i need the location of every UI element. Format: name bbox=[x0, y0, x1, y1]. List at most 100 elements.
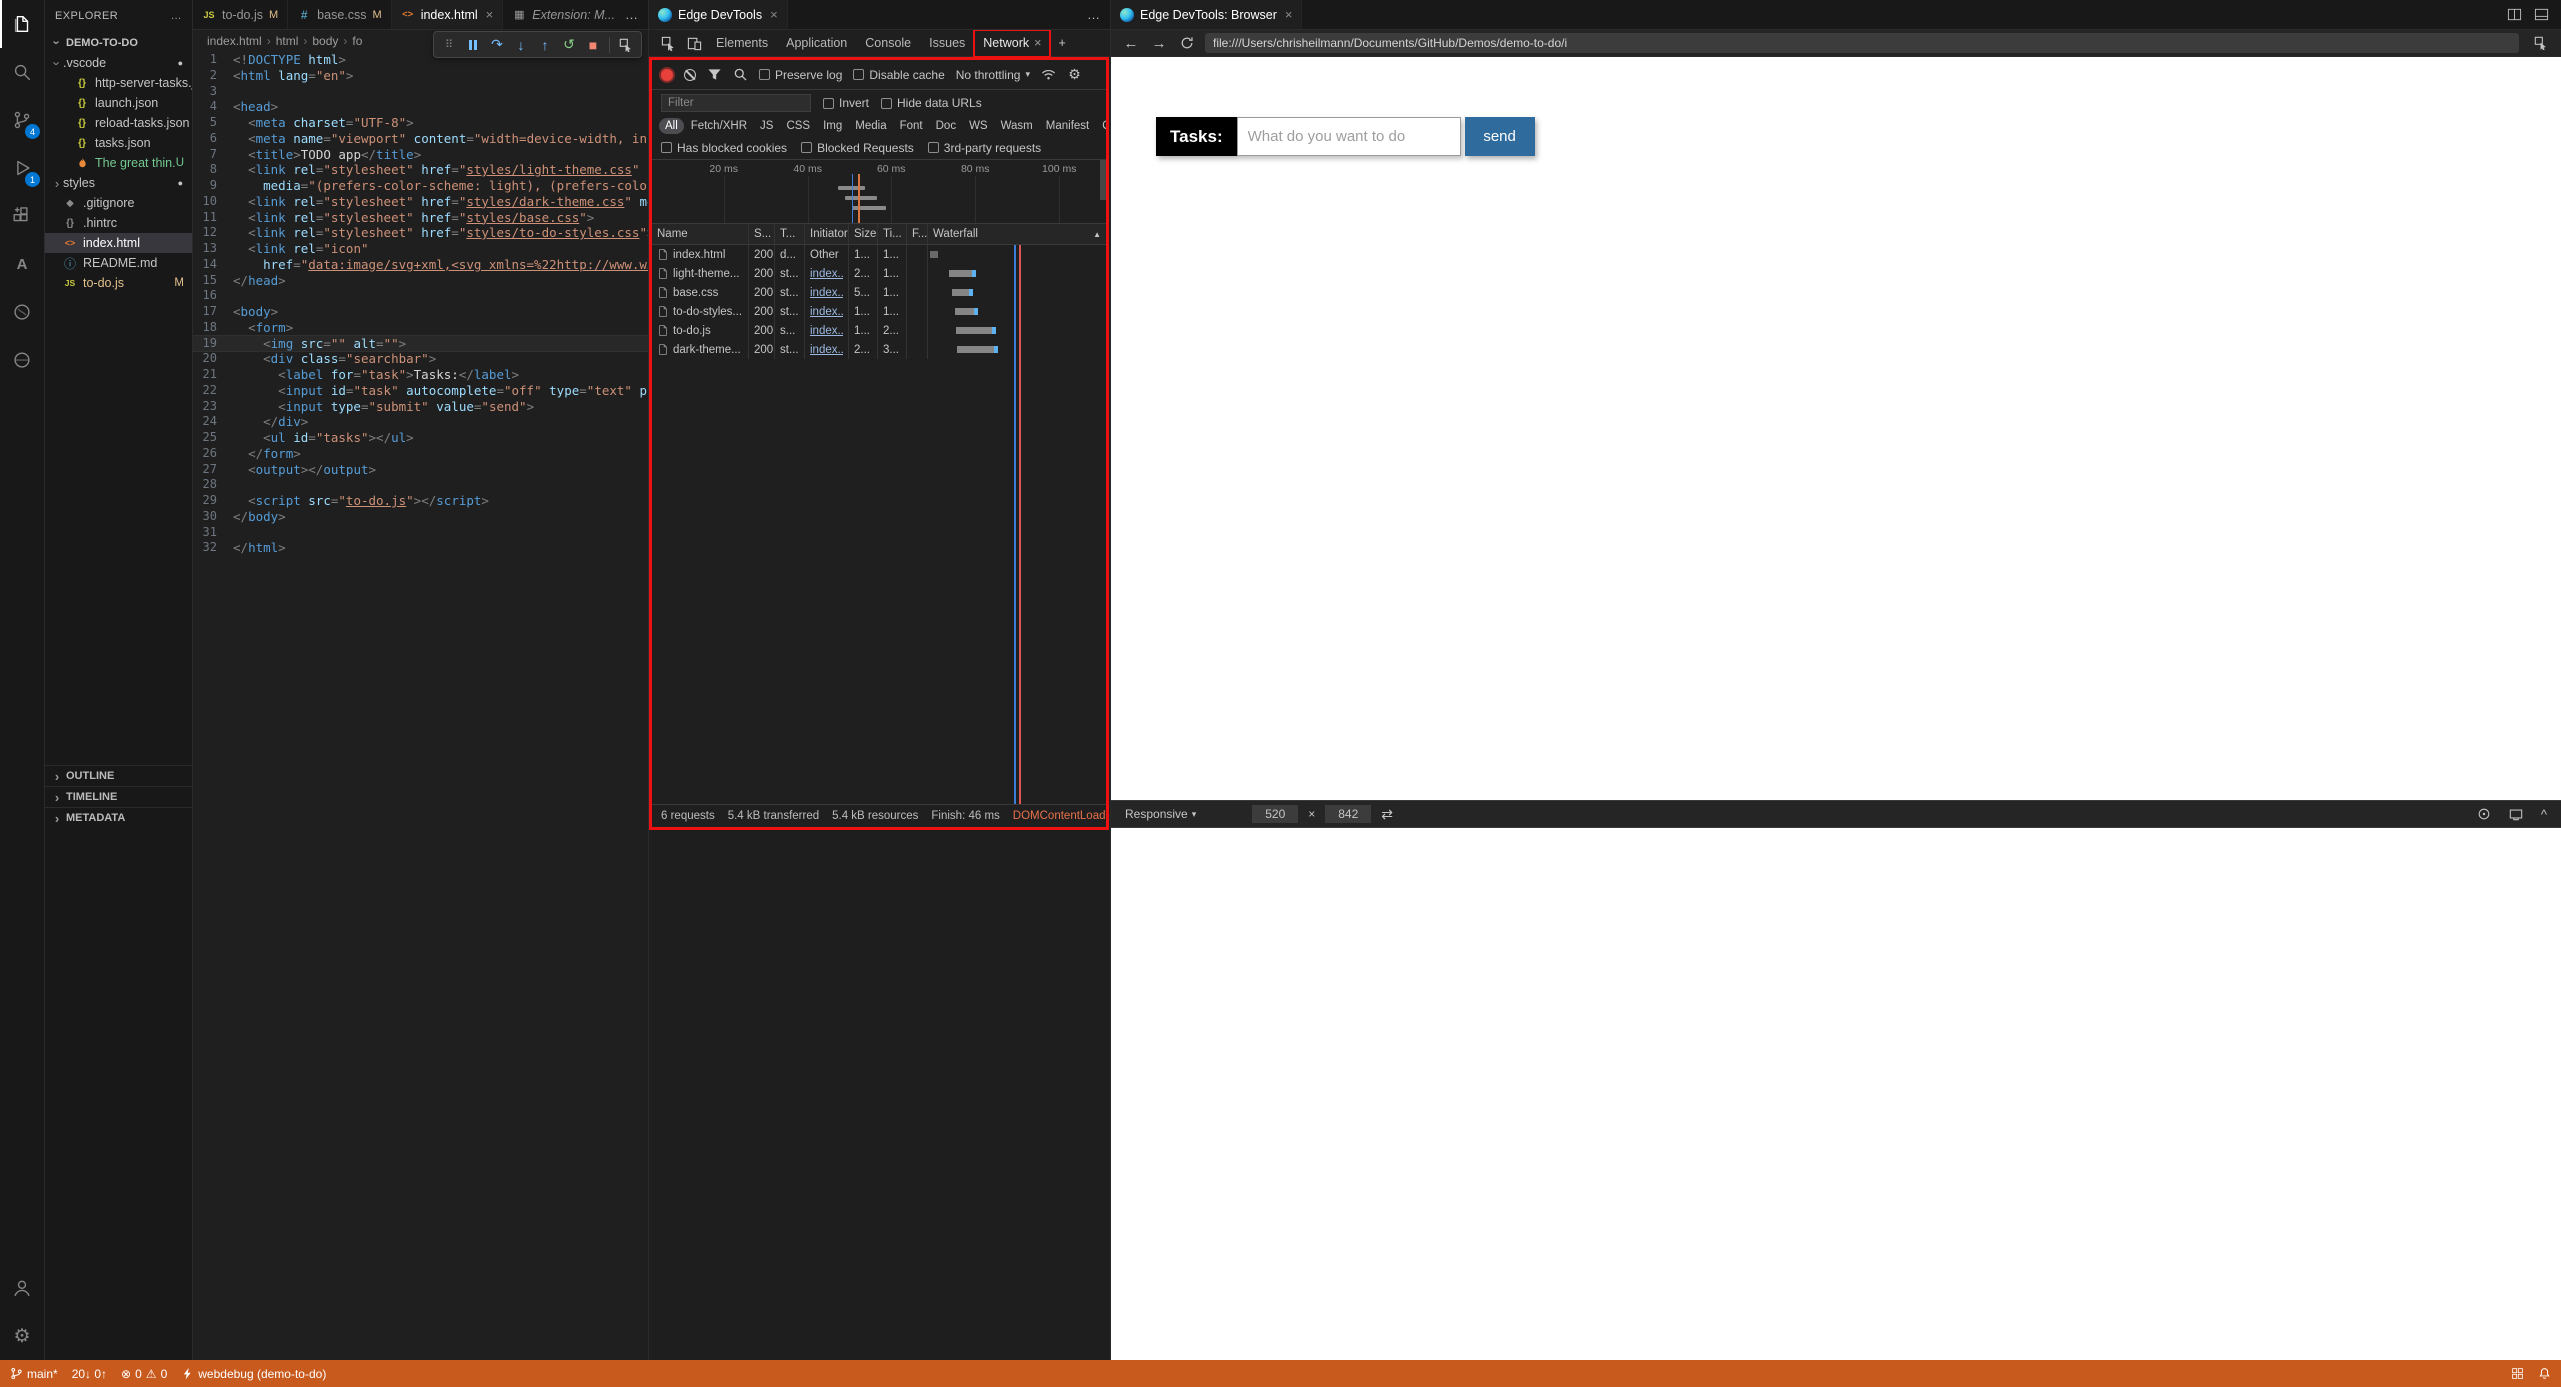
task-input[interactable] bbox=[1236, 117, 1461, 156]
filter-icon[interactable] bbox=[707, 67, 722, 82]
breadcrumb-item[interactable]: fo bbox=[352, 34, 362, 48]
preserve-log-checkbox[interactable]: Preserve log bbox=[759, 68, 842, 82]
tab-edge-devtools[interactable]: Edge DevTools × bbox=[649, 0, 788, 29]
add-tool-button[interactable]: + bbox=[1050, 36, 1073, 50]
settings-gear-icon[interactable]: ⚙ bbox=[1067, 66, 1082, 82]
debug-session-item[interactable]: webdebug (demo-to-do) bbox=[181, 1367, 326, 1381]
breadcrumb-item[interactable]: html bbox=[276, 34, 299, 48]
tool-tab-application[interactable]: Application bbox=[777, 30, 856, 57]
pause-button[interactable] bbox=[462, 34, 484, 56]
filter-pill-font[interactable]: Font bbox=[894, 118, 929, 134]
initiator-link[interactable]: index... bbox=[810, 344, 843, 356]
checkbox-has-blocked-cookies[interactable]: Has blocked cookies bbox=[661, 141, 787, 155]
filter-pill-img[interactable]: Img bbox=[817, 118, 848, 134]
reload-icon[interactable] bbox=[1177, 36, 1197, 50]
inspect-element-icon[interactable] bbox=[655, 32, 681, 54]
back-icon[interactable]: ← bbox=[1121, 35, 1141, 52]
network-conditions-icon[interactable] bbox=[1041, 67, 1056, 82]
sidebar-section-metadata[interactable]: › METADATA bbox=[45, 807, 192, 828]
device-height-field[interactable]: 842 bbox=[1325, 805, 1372, 823]
filter-pill-all[interactable]: All bbox=[659, 118, 684, 134]
tree-item-.gitignore[interactable]: ◆ .gitignore bbox=[45, 193, 192, 213]
record-icon[interactable] bbox=[661, 68, 673, 81]
request-row-to-do.js[interactable]: to-do.js200s...index...1...2... bbox=[652, 321, 1106, 340]
column-header-f[interactable]: F... bbox=[907, 224, 928, 244]
request-row-light-theme...[interactable]: light-theme...200st...index...2...1... bbox=[652, 264, 1106, 283]
activity-bar-item-run-debug[interactable]: 1 bbox=[0, 144, 44, 192]
tab-to-do.js[interactable]: JS to-do.js M bbox=[193, 0, 289, 29]
tree-item-launch.json[interactable]: {} launch.json bbox=[45, 93, 192, 113]
filter-pill-fetch-xhr[interactable]: Fetch/XHR bbox=[685, 118, 753, 134]
screencast-icon[interactable] bbox=[2509, 807, 2523, 821]
column-header-s[interactable]: S... bbox=[749, 224, 775, 244]
filter-pill-media[interactable]: Media bbox=[849, 118, 892, 134]
tab-overflow-button[interactable]: … bbox=[615, 0, 648, 29]
filter-pill-ws[interactable]: WS bbox=[963, 118, 994, 134]
tab-base.css[interactable]: # base.css M bbox=[288, 0, 392, 29]
activity-bar-item-settings-gear[interactable]: ⚙ bbox=[0, 1312, 44, 1360]
invert-checkbox[interactable]: Invert bbox=[823, 96, 869, 110]
tab-overflow-button[interactable]: … bbox=[1077, 0, 1110, 29]
tool-tab-elements[interactable]: Elements bbox=[707, 30, 777, 57]
close-icon[interactable]: × bbox=[1285, 7, 1293, 22]
tree-item-.vscode[interactable]: › .vscode ● bbox=[45, 53, 192, 73]
sidebar-section-outline[interactable]: › OUTLINE bbox=[45, 765, 192, 786]
activity-bar-item-remote-tools[interactable] bbox=[0, 288, 44, 336]
restart-button[interactable]: ↺ bbox=[558, 34, 580, 56]
tree-item-styles[interactable]: › styles ● bbox=[45, 173, 192, 193]
close-icon[interactable]: × bbox=[770, 7, 778, 22]
editor-layout-icon[interactable] bbox=[2534, 7, 2549, 22]
activity-bar-item-edge-tools[interactable] bbox=[0, 336, 44, 384]
search-icon[interactable] bbox=[733, 67, 748, 82]
project-root-row[interactable]: › DEMO-TO-DO bbox=[45, 32, 192, 53]
activity-bar-item-source-control[interactable]: 4 bbox=[0, 96, 44, 144]
column-header-initiator[interactable]: Initiator bbox=[805, 224, 849, 244]
code-editor[interactable]: 1 <!DOCTYPE html> 2 <html lang="en"> 3 4 <head… bbox=[193, 52, 648, 1360]
step-over-button[interactable]: ↷ bbox=[486, 34, 508, 56]
send-button[interactable]: send bbox=[1464, 117, 1535, 156]
activity-bar-item-search[interactable] bbox=[0, 48, 44, 96]
network-overview-timeline[interactable]: 20 ms 40 ms 60 ms 80 ms 100 ms bbox=[652, 160, 1106, 224]
git-sync-item[interactable]: 20↓ 0↑ bbox=[72, 1367, 107, 1381]
split-editor-icon[interactable] bbox=[2507, 7, 2522, 22]
screencast-inspect-icon[interactable] bbox=[2531, 36, 2551, 50]
tool-tab-network[interactable]: Network × bbox=[973, 28, 1052, 58]
tab-edge-devtools-browser[interactable]: Edge DevTools: Browser × bbox=[1111, 0, 1303, 29]
tree-item-.hintrc[interactable]: {} .hintrc bbox=[45, 213, 192, 233]
column-header-size[interactable]: Size bbox=[849, 224, 878, 244]
initiator-link[interactable]: index... bbox=[810, 268, 843, 280]
request-row-index.html[interactable]: index.html 200 d... Other 1... 1... bbox=[652, 245, 1106, 264]
tree-item-readme.md[interactable]: ⓘ README.md bbox=[45, 253, 192, 273]
stop-button[interactable]: ■ bbox=[582, 34, 604, 56]
rotate-viewport-icon[interactable]: ⇄ bbox=[1381, 806, 1393, 823]
problems-item[interactable]: ⊗ 0 ⚠ 0 bbox=[121, 1367, 167, 1381]
tree-item-http-server-tasks.j...[interactable]: {} http-server-tasks.j... bbox=[45, 73, 192, 93]
request-row-to-do-styles...[interactable]: to-do-styles...200st...index...1...1... bbox=[652, 302, 1106, 321]
ports-icon[interactable] bbox=[2511, 1367, 2524, 1380]
request-row-dark-theme...[interactable]: dark-theme...200st...index...2...3... bbox=[652, 340, 1106, 359]
filter-pill-wasm[interactable]: Wasm bbox=[995, 118, 1039, 134]
tab-extension-m...[interactable]: ▦ Extension: M... bbox=[503, 0, 625, 29]
device-emulation-icon[interactable] bbox=[681, 32, 707, 54]
disable-cache-checkbox[interactable]: Disable cache bbox=[853, 68, 945, 82]
breadcrumb-item[interactable]: index.html bbox=[207, 34, 262, 48]
checkbox-blocked-requests[interactable]: Blocked Requests bbox=[801, 141, 914, 155]
clear-icon[interactable] bbox=[684, 68, 696, 81]
tab-index.html[interactable]: <> index.html × bbox=[391, 0, 504, 29]
forward-icon[interactable]: → bbox=[1149, 35, 1169, 52]
column-header-t[interactable]: T... bbox=[775, 224, 805, 244]
inspect-button[interactable] bbox=[615, 34, 637, 56]
sidebar-section-timeline[interactable]: › TIMELINE bbox=[45, 786, 192, 807]
breadcrumb-item[interactable]: body bbox=[312, 34, 338, 48]
step-out-button[interactable]: ↑ bbox=[534, 34, 556, 56]
column-header-waterfall[interactable]: Waterfall ▲ bbox=[928, 224, 1106, 244]
close-icon[interactable]: × bbox=[1034, 36, 1041, 50]
device-mode-dropdown[interactable]: Responsive ▾ bbox=[1125, 807, 1196, 821]
hide-data-urls-checkbox[interactable]: Hide data URLs bbox=[881, 96, 982, 110]
filter-input[interactable]: Filter bbox=[661, 94, 811, 112]
column-header-ti[interactable]: Ti... bbox=[878, 224, 907, 244]
url-input[interactable]: file:///Users/chrisheilmann/Documents/Gi… bbox=[1205, 33, 2519, 53]
step-into-button[interactable]: ↓ bbox=[510, 34, 532, 56]
tree-item-to-do.js[interactable]: JS to-do.js M bbox=[45, 273, 192, 293]
tree-item-reload-tasks.json[interactable]: {} reload-tasks.json bbox=[45, 113, 192, 133]
